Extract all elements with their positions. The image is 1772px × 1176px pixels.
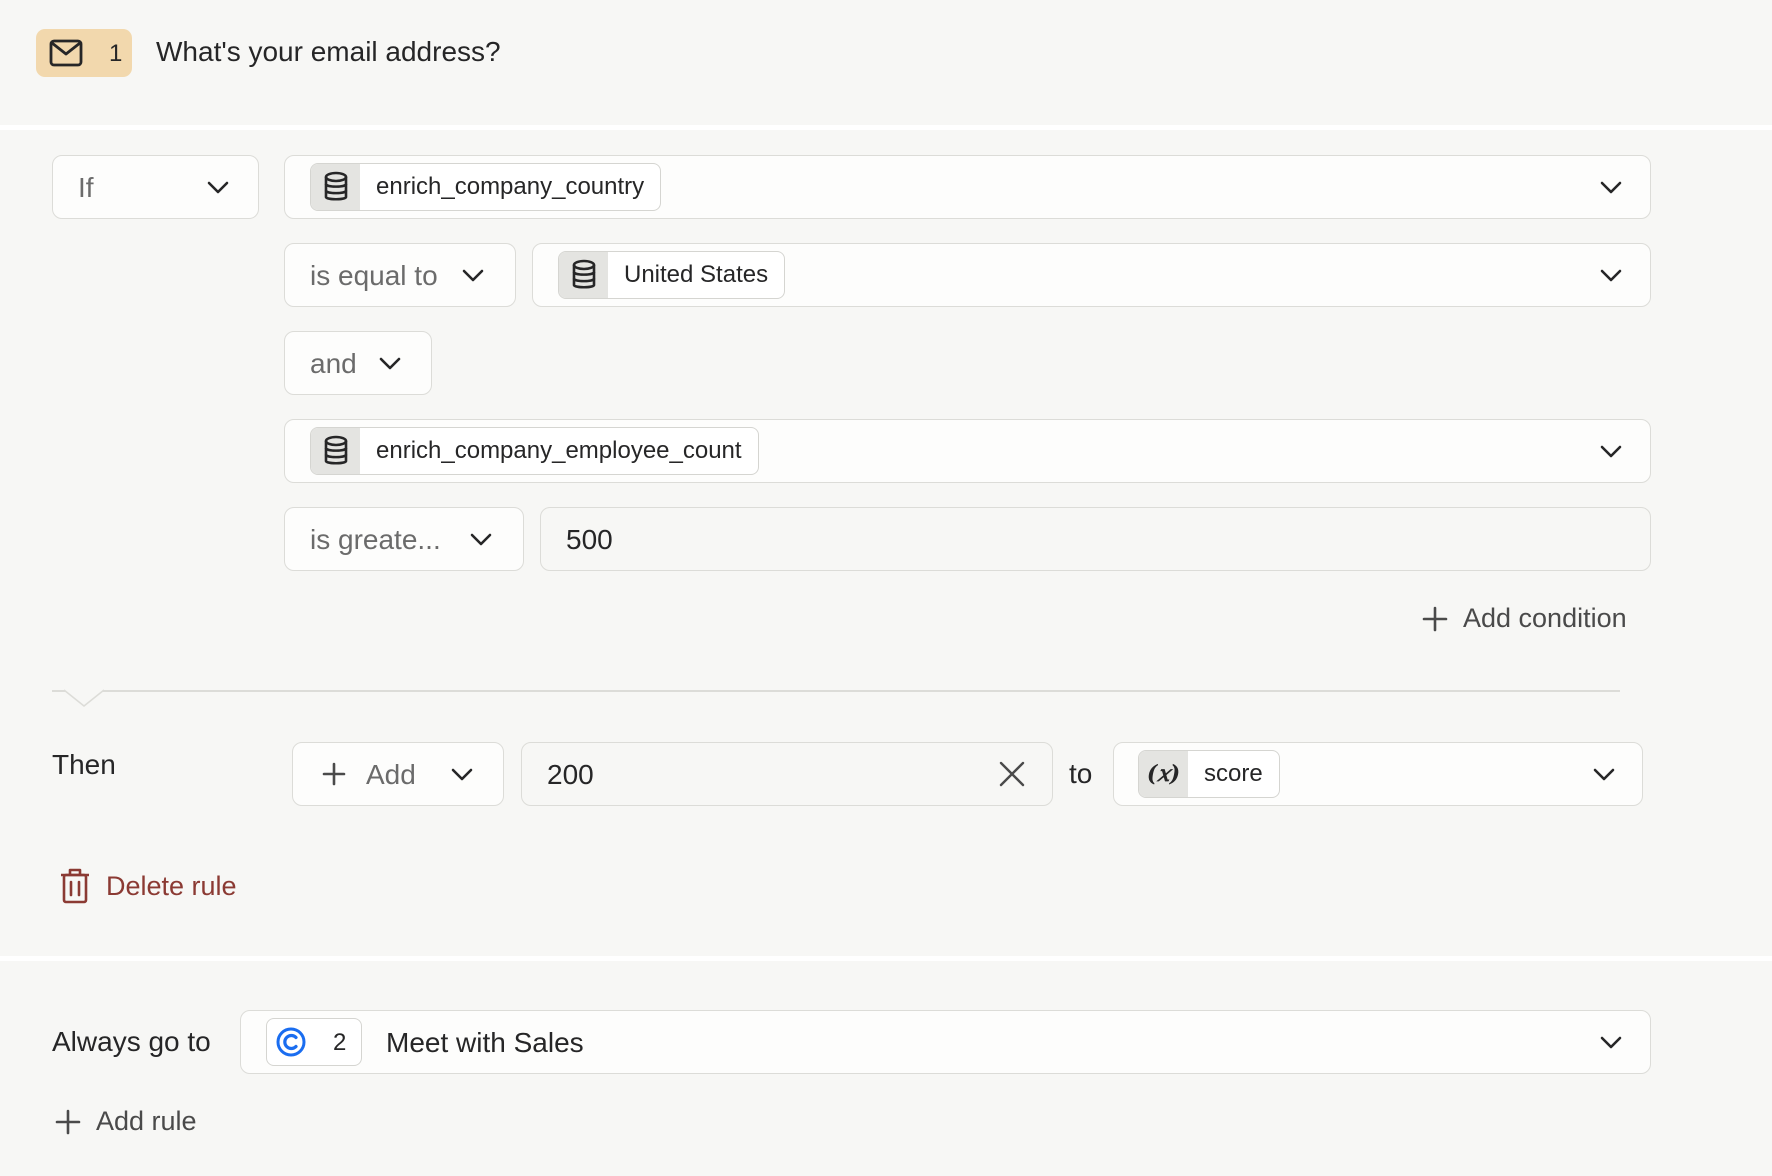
if-label: If bbox=[78, 172, 94, 203]
divider bbox=[0, 956, 1772, 961]
add-rule-label: Add rule bbox=[96, 1106, 197, 1136]
field-pill: enrich_company_country bbox=[310, 163, 662, 211]
add-rule-button[interactable]: Add rule bbox=[54, 1106, 197, 1137]
destination-label: Meet with Sales bbox=[386, 1027, 584, 1058]
question-badge: 1 bbox=[36, 29, 132, 77]
chevron-down-icon bbox=[1600, 269, 1622, 282]
plus-icon bbox=[322, 762, 346, 786]
database-icon bbox=[559, 252, 608, 298]
operator-select[interactable]: is greate... bbox=[284, 507, 524, 571]
field-name: enrich_company_employee_count bbox=[376, 437, 742, 464]
field-pill: enrich_company_employee_count bbox=[310, 427, 759, 475]
action-select[interactable]: Add bbox=[292, 742, 504, 806]
destination-badge: 2 bbox=[266, 1018, 362, 1066]
add-condition-button[interactable]: Add condition bbox=[1421, 603, 1627, 634]
field-select-country[interactable]: enrich_company_country bbox=[284, 155, 1651, 219]
field-select-employee-count[interactable]: enrich_company_employee_count bbox=[284, 419, 1651, 483]
divider bbox=[0, 125, 1772, 130]
close-icon[interactable] bbox=[998, 760, 1026, 788]
question-number: 1 bbox=[109, 40, 123, 67]
variable-pill: (𝑥) score bbox=[1138, 750, 1280, 798]
question-title: What's your email address? bbox=[156, 36, 501, 67]
action-label: Add bbox=[366, 759, 416, 790]
delete-rule-label: Delete rule bbox=[106, 870, 237, 901]
chevron-down-icon bbox=[1600, 1036, 1622, 1049]
target-select[interactable]: (𝑥) score bbox=[1113, 742, 1643, 806]
field-name: enrich_company_country bbox=[376, 173, 645, 200]
to-label: to bbox=[1069, 758, 1093, 789]
chevron-down-icon bbox=[207, 181, 229, 194]
database-icon bbox=[311, 428, 360, 474]
value-input-text: 500 bbox=[566, 524, 613, 555]
then-label: Then bbox=[52, 749, 116, 780]
calendly-icon bbox=[276, 1027, 306, 1057]
operator-select[interactable]: is equal to bbox=[284, 243, 516, 307]
chevron-down-icon bbox=[1600, 181, 1622, 194]
separator-notch bbox=[64, 689, 104, 707]
joiner-label: and bbox=[310, 348, 357, 379]
amount-input-text: 200 bbox=[547, 759, 594, 790]
always-go-to-label: Always go to bbox=[52, 1026, 211, 1057]
chevron-down-icon bbox=[470, 533, 492, 546]
separator bbox=[52, 690, 1620, 692]
chevron-down-icon bbox=[1600, 445, 1622, 458]
value-select-country[interactable]: United States bbox=[532, 243, 1651, 307]
value-name: United States bbox=[624, 261, 769, 288]
chevron-down-icon bbox=[451, 768, 473, 781]
destination-number: 2 bbox=[333, 1029, 347, 1056]
mail-icon bbox=[46, 38, 86, 68]
value-pill: United States bbox=[558, 251, 786, 299]
add-condition-label: Add condition bbox=[1463, 603, 1627, 633]
plus-icon bbox=[1422, 606, 1448, 631]
trash-icon bbox=[61, 868, 89, 904]
value-input[interactable]: 500 bbox=[540, 507, 1651, 571]
destination-select[interactable]: 2 Meet with Sales bbox=[240, 1010, 1651, 1074]
database-icon bbox=[311, 164, 360, 210]
operator-label: is equal to bbox=[310, 260, 438, 291]
plus-icon bbox=[55, 1109, 81, 1134]
variable-name: score bbox=[1204, 760, 1263, 787]
operator-label: is greate... bbox=[310, 524, 441, 555]
delete-rule-button[interactable]: Delete rule bbox=[58, 867, 237, 905]
joiner-select[interactable]: and bbox=[284, 331, 432, 395]
variable-icon: (𝑥) bbox=[1139, 751, 1188, 797]
amount-input[interactable]: 200 bbox=[521, 742, 1053, 806]
chevron-down-icon bbox=[1593, 768, 1615, 781]
chevron-down-icon bbox=[379, 357, 401, 370]
if-select[interactable]: If bbox=[52, 155, 259, 219]
chevron-down-icon bbox=[462, 269, 484, 282]
